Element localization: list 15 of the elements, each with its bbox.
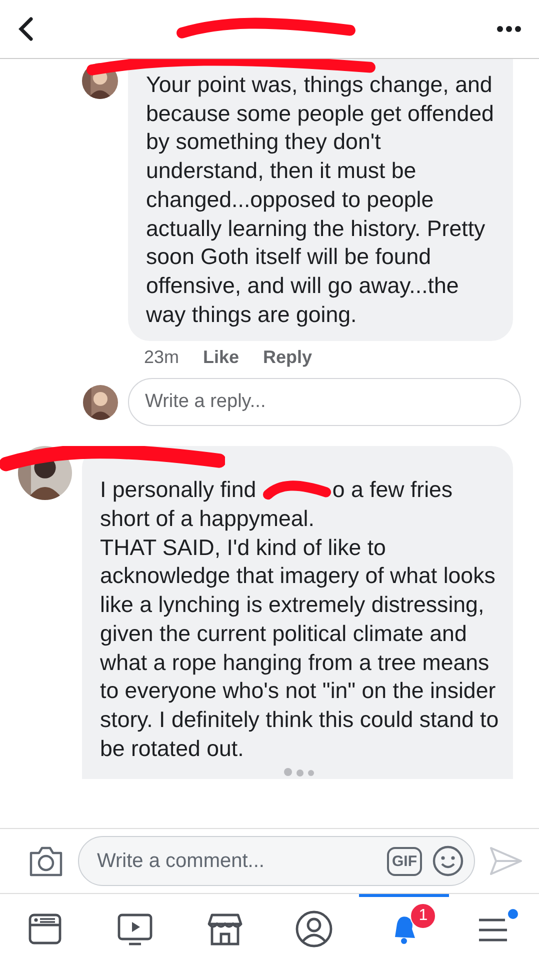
reply-link[interactable]: Reply xyxy=(263,347,312,368)
back-icon[interactable] xyxy=(18,16,34,42)
comment-text: Your point was, things change, and because some people get offended by something they don't understand, then it must be changed...opposed to people actually learning the history. Pretty soon Goth itself will be found offensive, and will go away...the way things are going. xyxy=(146,71,495,329)
nav-tab[interactable]: 1 xyxy=(359,894,450,960)
more-icon[interactable] xyxy=(497,26,521,32)
camera-icon[interactable] xyxy=(28,845,64,877)
gif-button[interactable]: GIF xyxy=(387,846,422,876)
comment-field[interactable]: Write a comment... GIF xyxy=(78,836,475,886)
reply-field[interactable]: Write a reply... xyxy=(128,378,521,426)
profile-icon xyxy=(295,910,334,948)
like-link[interactable]: Like xyxy=(203,347,240,368)
emoji-icon[interactable] xyxy=(432,845,464,877)
comment-text: I personally find o a few fries short of a happymeal. THAT SAID, I'd kind of like to acknowledge that imagery of what looks like a lynching is extremely distressing, given the current political climate and what a rope hanging from a tree means to everyone who's not "in" on the insider story. I definitely think this could stand to be rotated out. xyxy=(100,476,499,763)
comment-time: 23m xyxy=(144,347,180,368)
notification-badge: 1 xyxy=(410,903,436,929)
